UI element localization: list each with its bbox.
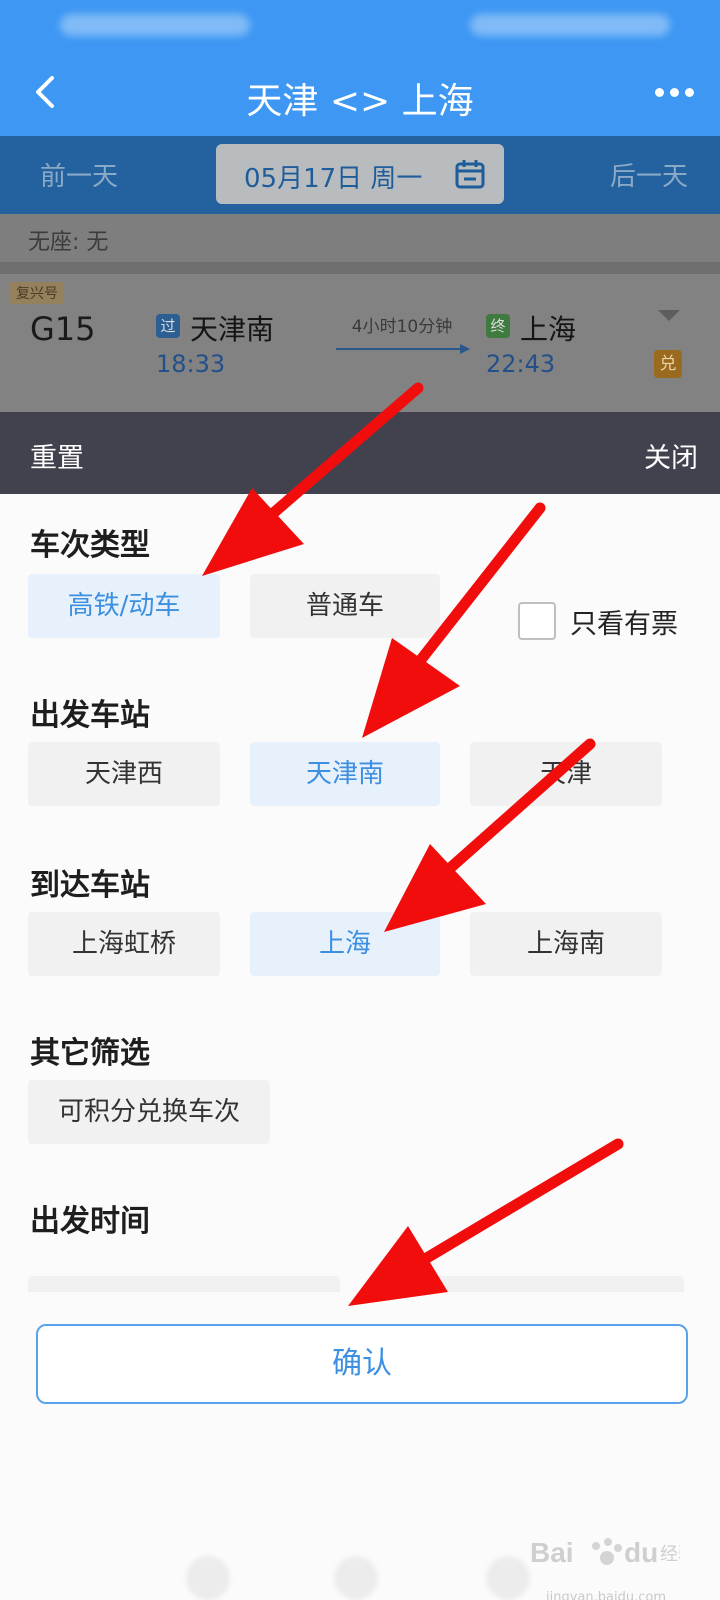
more-dot-icon <box>669 87 679 97</box>
departure-station-title: 出发车站 <box>30 698 150 733</box>
status-right-blur <box>470 14 670 36</box>
ticket-only-label[interactable]: 只看有票 <box>570 602 678 641</box>
train-type-title: 车次类型 <box>30 528 150 563</box>
train-number: G15 <box>30 310 96 348</box>
exchange-badge: 兑 <box>654 350 682 378</box>
calendar-icon <box>455 160 485 189</box>
departure-time-title: 出发时间 <box>30 1204 150 1239</box>
triangle-down-icon[interactable] <box>658 310 680 321</box>
nav-dot-icon <box>334 1556 378 1600</box>
scroll-fade <box>0 1292 720 1322</box>
svg-text:du: du <box>624 1537 658 1568</box>
chip-shanghai-hongqiao[interactable]: 上海虹桥 <box>28 912 220 976</box>
chip-shanghai-south[interactable]: 上海南 <box>470 912 662 976</box>
chip-high-speed[interactable]: 高铁/动车 <box>28 574 220 638</box>
reset-button[interactable]: 重置 <box>30 436 84 475</box>
svg-text:经验: 经验 <box>660 1544 680 1565</box>
chip-shanghai[interactable]: 上海 <box>250 912 440 976</box>
nav-bar: 天津 <> 上海 <box>0 50 720 136</box>
time-range-chip[interactable] <box>372 1276 684 1292</box>
pass-badge: 过 <box>156 314 180 338</box>
nav-dot-icon <box>486 1556 530 1600</box>
train-tag: 复兴号 <box>10 282 64 304</box>
to-station: 上海 <box>520 313 577 346</box>
chip-regular-train[interactable]: 普通车 <box>250 574 440 638</box>
baidu-watermark-logo: Bai du 经验 <box>530 1537 680 1568</box>
watermark-url: jingyan.baidu.com <box>546 1590 666 1600</box>
other-filter-title: 其它筛选 <box>30 1036 150 1071</box>
next-day-button[interactable]: 后一天 <box>610 156 688 193</box>
chip-tianjin-west[interactable]: 天津西 <box>28 742 220 806</box>
status-bar <box>0 0 720 50</box>
train-card[interactable]: 复兴号 G15 过 天津南 18:33 4小时10分钟 终 上海 22:43 兑 <box>0 274 720 412</box>
chip-tianjin-south[interactable]: 天津南 <box>250 742 440 806</box>
seat-info: 无座: 无 <box>28 230 109 255</box>
trip-duration: 4小时10分钟 <box>351 317 453 337</box>
svg-text:Bai: Bai <box>530 1537 574 1568</box>
page-title: 天津 <> 上海 <box>246 81 474 122</box>
prev-day-button[interactable]: 前一天 <box>40 156 118 193</box>
more-button[interactable] <box>650 80 698 104</box>
more-dot-icon <box>684 87 694 97</box>
date-selector[interactable]: 05月17日 周一 <box>216 144 504 204</box>
status-left-blur <box>60 14 250 36</box>
terminal-badge: 终 <box>486 314 510 338</box>
time-range-chip[interactable] <box>28 1276 340 1292</box>
date-bar: 前一天 05月17日 周一 后一天 <box>0 136 720 214</box>
chip-points-exchange[interactable]: 可积分兑换车次 <box>28 1080 270 1144</box>
from-station: 天津南 <box>190 313 275 346</box>
date-label: 05月17日 周一 <box>244 164 423 194</box>
nav-dot-icon <box>186 1556 230 1600</box>
confirm-button[interactable]: 确认 <box>36 1324 688 1404</box>
seat-info-bar: 无座: 无 <box>0 214 720 262</box>
close-button[interactable]: 关闭 <box>644 436 698 475</box>
filter-panel-header: 重置 关闭 <box>0 412 720 494</box>
arrival-time: 22:43 <box>486 350 556 378</box>
departure-time: 18:33 <box>156 350 226 378</box>
duration-arrow-icon <box>336 344 470 354</box>
arrival-station-title: 到达车站 <box>30 868 150 903</box>
divider <box>0 262 720 274</box>
ticket-only-checkbox[interactable] <box>518 602 556 640</box>
chip-tianjin[interactable]: 天津 <box>470 742 662 806</box>
more-dot-icon <box>654 87 664 97</box>
